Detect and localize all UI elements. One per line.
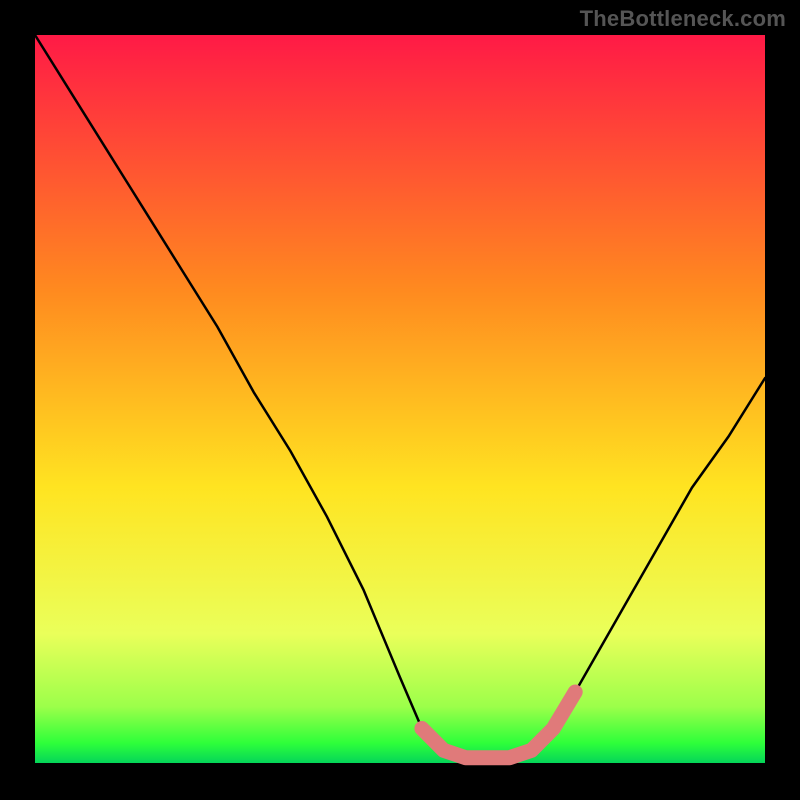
chart-svg bbox=[0, 0, 800, 800]
chart-frame: TheBottleneck.com bbox=[0, 0, 800, 800]
plot-gradient-area bbox=[35, 35, 765, 765]
watermark-text: TheBottleneck.com bbox=[580, 6, 786, 32]
plot-bottom-border bbox=[35, 763, 765, 765]
